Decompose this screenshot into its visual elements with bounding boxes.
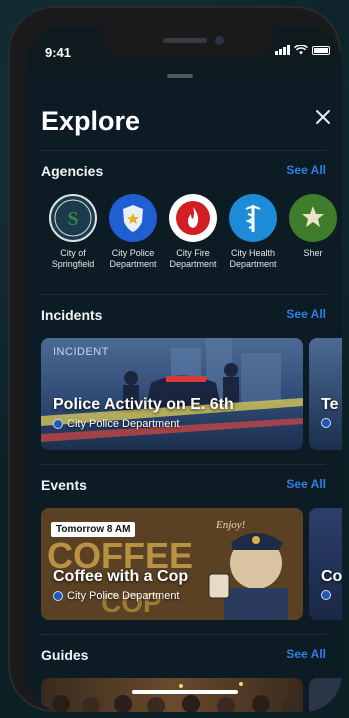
guide-card[interactable]	[41, 678, 303, 712]
speaker	[163, 38, 207, 43]
incident-agency: City Police Department	[67, 418, 180, 430]
agency-sheriff[interactable]: Sher	[281, 194, 341, 259]
police-badge-icon	[321, 418, 331, 428]
incidents-see-all-link[interactable]: See All	[286, 307, 326, 321]
battery-icon	[312, 45, 330, 55]
agencies-carousel: S City of Springfield City Police Departme…	[41, 194, 341, 284]
incident-card-police-activity[interactable]: INCIDENT Police Activity on E. 6th City …	[41, 338, 303, 450]
status-time: 9:41	[45, 45, 72, 60]
caduceus-icon	[229, 194, 277, 242]
status-icons	[275, 45, 330, 55]
front-camera	[215, 36, 224, 45]
police-badge-icon	[109, 194, 157, 242]
phone-screen: 9:41 Explore Agencies See All S City of …	[27, 26, 342, 712]
sheet-grabber[interactable]	[167, 74, 193, 78]
event-card-next[interactable]: Co	[309, 508, 342, 620]
notch	[103, 26, 273, 56]
page-title: Explore	[41, 106, 141, 136]
event-title: Co	[321, 568, 342, 585]
agency-label-line2: Department	[229, 259, 277, 269]
police-badge-icon	[321, 590, 331, 600]
agency-city-fire[interactable]: City Fire Department	[161, 194, 225, 270]
agency-city-health[interactable]: City Health Department	[221, 194, 285, 270]
agency-city-of-springfield[interactable]: S City of Springfield	[41, 194, 105, 270]
agency-city-police[interactable]: City Police Department	[101, 194, 165, 270]
agencies-heading: Agencies	[41, 163, 104, 179]
guides-header: Guides See All	[41, 634, 326, 663]
close-icon[interactable]	[312, 106, 334, 128]
incident-title: Te	[321, 396, 339, 413]
guide-card-next[interactable]	[309, 678, 342, 712]
phone-frame: 9:41 Explore Agencies See All S City of …	[8, 6, 342, 712]
flame-icon	[169, 194, 217, 242]
events-heading: Events	[41, 477, 87, 493]
agency-label-line1: City Fire	[176, 248, 210, 258]
agency-label-line1: City Police	[111, 248, 155, 258]
events-see-all-link[interactable]: See All	[286, 477, 326, 491]
wifi-icon	[294, 45, 308, 55]
incidents-heading: Incidents	[41, 307, 103, 323]
incidents-header: Incidents See All	[41, 294, 326, 323]
police-badge-icon	[53, 419, 63, 429]
event-card-coffee-with-a-cop[interactable]: COFFEE COP Enjoy! Tomorrow 8 AM Coffee w…	[41, 508, 303, 620]
agency-label-line1: City of	[60, 248, 86, 258]
city-seal-icon: S	[49, 194, 97, 242]
sheriff-star-icon	[289, 194, 337, 242]
agencies-see-all-link[interactable]: See All	[286, 163, 326, 177]
police-badge-icon	[53, 591, 63, 601]
art-script: Enjoy!	[215, 519, 246, 531]
guide-illustration	[52, 682, 300, 712]
event-agency: City Police Department	[67, 590, 180, 602]
agencies-header: Agencies See All	[41, 150, 326, 179]
event-title: Coffee with a Cop	[53, 568, 189, 585]
incident-tag: INCIDENT	[53, 346, 109, 358]
guides-heading: Guides	[41, 647, 89, 663]
event-date-badge: Tomorrow 8 AM	[51, 522, 136, 537]
agency-label-line2: Department	[109, 259, 157, 269]
agency-label-line2: Department	[169, 259, 217, 269]
agency-label-line2: Springfield	[51, 259, 95, 269]
guides-see-all-link[interactable]: See All	[286, 647, 326, 661]
events-header: Events See All	[41, 464, 326, 493]
cellular-signal-icon	[275, 45, 290, 55]
agency-label-line1: City Health	[230, 248, 275, 258]
home-indicator[interactable]	[132, 690, 238, 694]
incident-title: Police Activity on E. 6th	[53, 396, 234, 413]
agency-label-line1: Sher	[303, 248, 323, 258]
incident-card-next[interactable]: Te	[309, 338, 342, 450]
svg-text:S: S	[67, 208, 78, 230]
explore-sheet: Explore Agencies See All S City of Sprin…	[27, 68, 342, 712]
